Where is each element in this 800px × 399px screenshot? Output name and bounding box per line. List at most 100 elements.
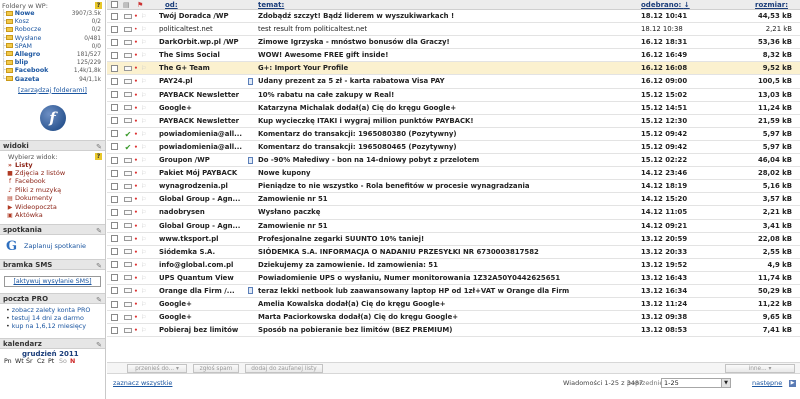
subject[interactable]: 10% rabatu na całe zakupy w Real!: [258, 89, 638, 102]
table-row[interactable]: • ⚐ Siódemka S.A. SIÓDEMKA S.A. INFORMACJA …: [107, 246, 800, 259]
priority-icon[interactable]: ⚐: [141, 324, 147, 337]
subject[interactable]: Zamowienie nr 51: [258, 220, 638, 233]
sender[interactable]: Global Group - Agn...: [159, 220, 257, 233]
flag-icon[interactable]: •: [134, 89, 140, 102]
sort-desc-icon[interactable]: ↓: [684, 1, 690, 9]
flag-icon[interactable]: •: [134, 311, 140, 324]
row-checkbox[interactable]: [111, 169, 118, 177]
flag-icon[interactable]: •: [134, 246, 140, 259]
subject[interactable]: Kup wycieczkę ITAKI i wygraj milion punk…: [258, 115, 638, 128]
table-row[interactable]: • ⚐ PAYBACK Newsletter Kup wycieczkę ITAKI …: [107, 115, 800, 128]
pro-item-label[interactable]: kup na 1,6,12 miesięcy: [12, 322, 86, 330]
priority-icon[interactable]: ⚐: [141, 167, 147, 180]
priority-icon[interactable]: ⚐: [141, 298, 147, 311]
flag-icon[interactable]: •: [134, 115, 140, 128]
help-icon[interactable]: ?: [95, 2, 102, 9]
folder-name[interactable]: Allegro: [15, 51, 40, 58]
sender[interactable]: The G+ Team: [159, 62, 257, 75]
row-checkbox[interactable]: [111, 235, 118, 243]
view-label[interactable]: Listy: [15, 161, 33, 169]
priority-icon[interactable]: ⚐: [141, 36, 147, 49]
table-row[interactable]: • ⚐ politicaltest.net test result from poli…: [107, 23, 800, 37]
subject[interactable]: Dziekujemy za zamowienie. Id zamowienia:…: [258, 259, 638, 272]
folder-item[interactable]: ├ Facebook 1,4k/1,8k: [0, 67, 105, 75]
sender[interactable]: powiadomienia@all...: [159, 141, 257, 154]
flag-icon[interactable]: •: [134, 36, 140, 49]
subject[interactable]: Udany prezent za 5 zł - karta rabatowa V…: [258, 75, 638, 88]
table-row[interactable]: • ⚐ Google+ Amelia Kowalska dodał(a) Cię do…: [107, 298, 800, 312]
subject[interactable]: Wysłano paczkę: [258, 206, 638, 219]
table-row[interactable]: • ⚐ Google+ Marta Paciorkowska dodał(a) Cię…: [107, 311, 800, 325]
table-row[interactable]: ✔ • ⚐ powiadomienia@all... Komentarz do tran…: [107, 128, 800, 141]
move-to-button[interactable]: przenieś do... ▾: [127, 364, 187, 373]
row-checkbox[interactable]: [111, 287, 118, 295]
table-row[interactable]: • ⚐ Twój Doradca /WP Zdobądź szczyt! Bądź l…: [107, 10, 800, 24]
other-actions-button[interactable]: inne... ▾: [725, 364, 795, 373]
select-all-link[interactable]: zaznacz wszystkie: [113, 377, 172, 389]
row-checkbox[interactable]: [111, 182, 118, 190]
folder-item[interactable]: ├ Nowe 3907/3.5k: [0, 10, 105, 18]
folder-name[interactable]: Robocze: [15, 26, 41, 33]
table-row[interactable]: • ⚐ nadobrysen Wysłano paczkę 14.12 11:05 2,2…: [107, 206, 800, 220]
priority-icon[interactable]: ⚐: [141, 311, 147, 324]
page-select[interactable]: 1-25 ▼: [661, 378, 731, 388]
row-checkbox[interactable]: [111, 64, 118, 72]
row-checkbox[interactable]: [111, 300, 118, 308]
sender[interactable]: PAY24.pl: [159, 75, 257, 88]
table-row[interactable]: • ⚐ UPS Quantum View Powiadomienie UPS o wy…: [107, 272, 800, 285]
subject[interactable]: G+: Import Your Profile: [258, 62, 638, 75]
priority-icon[interactable]: ⚐: [141, 128, 147, 141]
sender[interactable]: Pobieraj bez limitów: [159, 324, 257, 337]
sender[interactable]: Global Group - Agn...: [159, 193, 257, 206]
col-received-label[interactable]: odebrano:: [641, 1, 684, 9]
row-checkbox[interactable]: [111, 222, 118, 229]
flag-icon[interactable]: •: [134, 298, 140, 311]
flag-icon[interactable]: •: [134, 324, 140, 337]
view-label[interactable]: Facebook: [15, 177, 46, 185]
table-row[interactable]: • ⚐ Global Group - Agn... Zamowienie nr 51 1…: [107, 220, 800, 233]
row-checkbox[interactable]: [111, 326, 118, 334]
subject[interactable]: Zimowe Igrzyska - mnóstwo bonusów dla Gr…: [258, 36, 638, 49]
sender[interactable]: PAYBACK Newsletter: [159, 89, 257, 102]
row-checkbox[interactable]: [111, 143, 118, 151]
flag-icon[interactable]: •: [134, 180, 140, 193]
page-select-value[interactable]: 1-25: [664, 379, 679, 387]
sender[interactable]: Google+: [159, 298, 257, 311]
flag-icon[interactable]: •: [134, 193, 140, 206]
row-checkbox[interactable]: [111, 274, 118, 282]
priority-icon[interactable]: ⚐: [141, 62, 147, 75]
view-item[interactable]: ■ Zdjęcia z listów: [0, 169, 105, 177]
flag-icon[interactable]: •: [134, 10, 140, 23]
view-item[interactable]: f Facebook: [0, 177, 105, 185]
table-row[interactable]: • ⚐ Global Group - Agn... Zamowienie nr 51 1…: [107, 193, 800, 207]
sender[interactable]: The Sims Social: [159, 49, 257, 62]
sender[interactable]: Google+: [159, 311, 257, 324]
priority-icon[interactable]: ⚐: [141, 220, 147, 233]
folder-item[interactable]: ├ Robocze 0/2: [0, 26, 105, 34]
view-label[interactable]: Zdjęcia z listów: [15, 169, 65, 177]
view-item[interactable]: ♪ Pliki z muzyką: [0, 186, 105, 194]
flag-icon[interactable]: •: [134, 23, 140, 36]
subject[interactable]: Zamowienie nr 51: [258, 193, 638, 206]
view-label[interactable]: Pliki z muzyką: [15, 186, 61, 194]
flag-icon[interactable]: •: [134, 259, 140, 272]
folder-item[interactable]: ├ Wysłane 0/481: [0, 35, 105, 43]
flag-icon[interactable]: •: [134, 285, 140, 298]
sender[interactable]: wynagrodzenia.pl: [159, 180, 257, 193]
view-item[interactable]: ▶ Wideopoczta: [0, 203, 105, 211]
priority-icon[interactable]: ⚐: [141, 75, 147, 88]
row-checkbox[interactable]: [111, 12, 118, 20]
pro-item[interactable]: • kup na 1,6,12 miesięcy: [0, 322, 105, 330]
subject[interactable]: Powiadomienie UPS o wysłaniu, Numer moni…: [258, 272, 638, 285]
sender[interactable]: www.tksport.pl: [159, 233, 257, 246]
sender[interactable]: powiadomienia@all...: [159, 128, 257, 141]
folder-item[interactable]: ├ Allegro 181/527: [0, 51, 105, 59]
view-label[interactable]: Wideopoczta: [15, 203, 57, 211]
subject[interactable]: Marta Paciorkowska dodał(a) Cię do kręgu…: [258, 311, 638, 324]
sender[interactable]: nadobrysen: [159, 206, 257, 219]
row-checkbox[interactable]: [111, 156, 118, 164]
sender[interactable]: Google+: [159, 102, 257, 115]
flag-icon[interactable]: •: [134, 154, 140, 167]
pro-item[interactable]: • zobacz zalety konta PRO: [0, 306, 105, 314]
folder-name[interactable]: Nowe: [15, 10, 35, 17]
